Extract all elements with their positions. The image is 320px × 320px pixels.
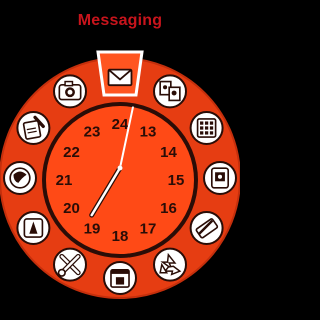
menu-item-web[interactable] <box>3 161 37 195</box>
hour-label: 18 <box>112 228 129 245</box>
menu-item-connectivity[interactable] <box>189 211 224 245</box>
hour-label: 22 <box>63 144 80 161</box>
play-triangle-icon <box>23 218 44 238</box>
hour-label: 16 <box>160 200 177 217</box>
menu-item-notes[interactable] <box>16 111 51 145</box>
hour-label: 13 <box>140 124 157 141</box>
calendar-icon <box>110 268 130 288</box>
hour-label: 19 <box>84 221 101 238</box>
menu-item-media[interactable] <box>153 74 187 109</box>
hour-label: 14 <box>160 144 177 161</box>
hour-label: 20 <box>63 200 80 217</box>
menu-item-extras[interactable] <box>153 247 187 282</box>
envelope-icon <box>107 68 133 87</box>
menu-item-camera[interactable] <box>53 74 87 109</box>
menu-item-organizer[interactable] <box>189 111 224 145</box>
web-globe-icon <box>9 167 31 189</box>
menu-item-calendar[interactable] <box>103 261 137 295</box>
hour-label: 15 <box>168 172 185 189</box>
menu-dial: 24 1314 15 1617 18 1920 21 2223 <box>0 50 240 299</box>
mobile-screen-icon <box>210 167 230 189</box>
menu-item-messaging[interactable] <box>107 68 133 87</box>
hour-label: 21 <box>56 172 73 189</box>
main-menu-screen: Messaging 24 13 14 15 16 17 18 19 20 21 22 23 <box>0 0 240 320</box>
hour-label: 24 <box>112 116 129 133</box>
menu-item-apps[interactable] <box>203 161 237 195</box>
camera-icon <box>58 80 82 101</box>
calculator-grid-icon <box>196 118 217 138</box>
hour-label: 23 <box>84 124 101 141</box>
menu-item-tools[interactable] <box>53 247 87 282</box>
menu-item-play[interactable] <box>16 211 51 245</box>
hour-label: 17 <box>140 221 157 238</box>
hand-pivot <box>117 165 123 171</box>
